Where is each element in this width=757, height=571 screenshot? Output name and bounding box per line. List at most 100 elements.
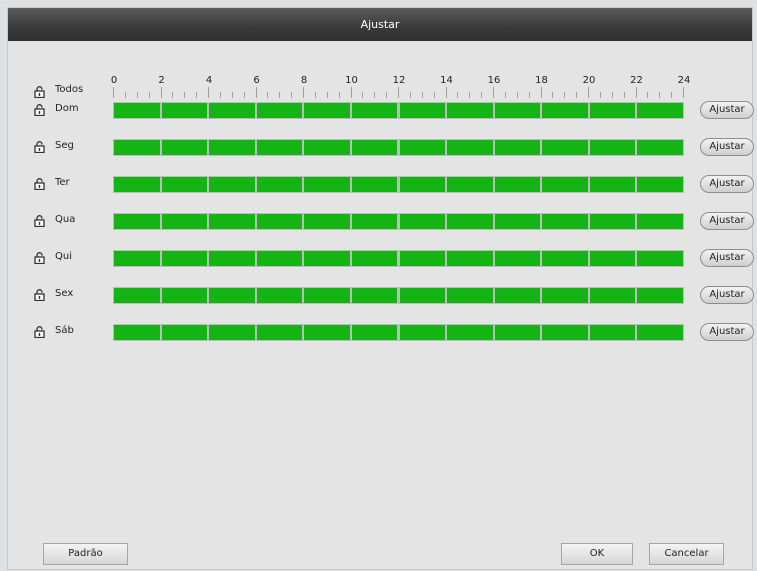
schedule-segment[interactable]	[161, 214, 208, 229]
unlock-icon[interactable]	[34, 326, 45, 338]
adjust-day-button[interactable]: Ajustar	[700, 212, 754, 230]
schedule-segment[interactable]	[304, 214, 350, 229]
schedule-segment[interactable]	[542, 288, 588, 303]
schedule-segment[interactable]	[494, 214, 541, 229]
day-schedule-bar[interactable]	[113, 102, 684, 119]
schedule-segment[interactable]	[304, 177, 350, 192]
schedule-segment[interactable]	[399, 325, 446, 340]
schedule-segment[interactable]	[494, 325, 541, 340]
schedule-segment[interactable]	[542, 214, 588, 229]
schedule-segment[interactable]	[351, 214, 398, 229]
schedule-segment[interactable]	[161, 251, 208, 266]
schedule-segment[interactable]	[351, 140, 398, 155]
schedule-segment[interactable]	[256, 325, 303, 340]
schedule-segment[interactable]	[637, 325, 683, 340]
adjust-day-button[interactable]: Ajustar	[700, 286, 754, 304]
unlock-icon[interactable]	[34, 104, 45, 116]
schedule-segment[interactable]	[542, 177, 588, 192]
schedule-segment[interactable]	[637, 288, 683, 303]
schedule-segment[interactable]	[304, 140, 350, 155]
schedule-segment[interactable]	[256, 214, 303, 229]
schedule-segment[interactable]	[351, 288, 398, 303]
schedule-segment[interactable]	[161, 103, 208, 118]
adjust-day-button[interactable]: Ajustar	[700, 175, 754, 193]
schedule-segment[interactable]	[589, 251, 636, 266]
schedule-segment[interactable]	[589, 325, 636, 340]
schedule-segment[interactable]	[114, 325, 160, 340]
schedule-segment[interactable]	[161, 325, 208, 340]
schedule-segment[interactable]	[304, 288, 350, 303]
schedule-segment[interactable]	[399, 251, 446, 266]
schedule-segment[interactable]	[209, 325, 255, 340]
schedule-segment[interactable]	[399, 288, 446, 303]
schedule-segment[interactable]	[114, 288, 160, 303]
schedule-segment[interactable]	[256, 103, 303, 118]
day-schedule-bar[interactable]	[113, 213, 684, 230]
schedule-segment[interactable]	[494, 140, 541, 155]
schedule-segment[interactable]	[256, 288, 303, 303]
schedule-segment[interactable]	[589, 103, 636, 118]
schedule-segment[interactable]	[304, 251, 350, 266]
schedule-segment[interactable]	[494, 288, 541, 303]
schedule-segment[interactable]	[304, 103, 350, 118]
schedule-segment[interactable]	[351, 177, 398, 192]
schedule-segment[interactable]	[447, 103, 493, 118]
schedule-segment[interactable]	[447, 214, 493, 229]
schedule-segment[interactable]	[256, 251, 303, 266]
day-schedule-bar[interactable]	[113, 287, 684, 304]
schedule-segment[interactable]	[209, 177, 255, 192]
schedule-segment[interactable]	[209, 251, 255, 266]
adjust-day-button[interactable]: Ajustar	[700, 323, 754, 341]
schedule-segment[interactable]	[447, 140, 493, 155]
schedule-segment[interactable]	[589, 214, 636, 229]
schedule-segment[interactable]	[351, 325, 398, 340]
schedule-segment[interactable]	[114, 103, 160, 118]
unlock-icon[interactable]	[34, 289, 45, 301]
unlock-icon[interactable]	[34, 215, 45, 227]
schedule-segment[interactable]	[304, 325, 350, 340]
schedule-segment[interactable]	[494, 251, 541, 266]
day-schedule-bar[interactable]	[113, 250, 684, 267]
schedule-segment[interactable]	[209, 214, 255, 229]
unlock-icon[interactable]	[34, 86, 45, 98]
schedule-segment[interactable]	[114, 251, 160, 266]
ok-button[interactable]: OK	[561, 543, 633, 565]
schedule-segment[interactable]	[637, 103, 683, 118]
schedule-segment[interactable]	[542, 103, 588, 118]
schedule-segment[interactable]	[161, 177, 208, 192]
schedule-segment[interactable]	[447, 288, 493, 303]
schedule-segment[interactable]	[256, 140, 303, 155]
schedule-segment[interactable]	[256, 177, 303, 192]
schedule-segment[interactable]	[589, 177, 636, 192]
schedule-segment[interactable]	[589, 140, 636, 155]
schedule-segment[interactable]	[589, 288, 636, 303]
adjust-day-button[interactable]: Ajustar	[700, 249, 754, 267]
default-button[interactable]: Padrão	[43, 543, 128, 565]
schedule-segment[interactable]	[351, 103, 398, 118]
schedule-segment[interactable]	[637, 251, 683, 266]
unlock-icon[interactable]	[34, 252, 45, 264]
schedule-segment[interactable]	[447, 177, 493, 192]
schedule-segment[interactable]	[399, 140, 446, 155]
schedule-segment[interactable]	[542, 325, 588, 340]
schedule-segment[interactable]	[494, 103, 541, 118]
schedule-segment[interactable]	[637, 140, 683, 155]
schedule-segment[interactable]	[447, 251, 493, 266]
schedule-segment[interactable]	[114, 214, 160, 229]
schedule-segment[interactable]	[209, 288, 255, 303]
schedule-segment[interactable]	[161, 288, 208, 303]
unlock-icon[interactable]	[34, 178, 45, 190]
schedule-segment[interactable]	[542, 140, 588, 155]
day-schedule-bar[interactable]	[113, 176, 684, 193]
schedule-segment[interactable]	[542, 251, 588, 266]
schedule-segment[interactable]	[399, 214, 446, 229]
schedule-segment[interactable]	[494, 177, 541, 192]
schedule-segment[interactable]	[209, 140, 255, 155]
adjust-day-button[interactable]: Ajustar	[700, 101, 754, 119]
unlock-icon[interactable]	[34, 141, 45, 153]
schedule-segment[interactable]	[447, 325, 493, 340]
schedule-segment[interactable]	[209, 103, 255, 118]
schedule-segment[interactable]	[399, 177, 446, 192]
schedule-segment[interactable]	[161, 140, 208, 155]
cancel-button[interactable]: Cancelar	[649, 543, 724, 565]
